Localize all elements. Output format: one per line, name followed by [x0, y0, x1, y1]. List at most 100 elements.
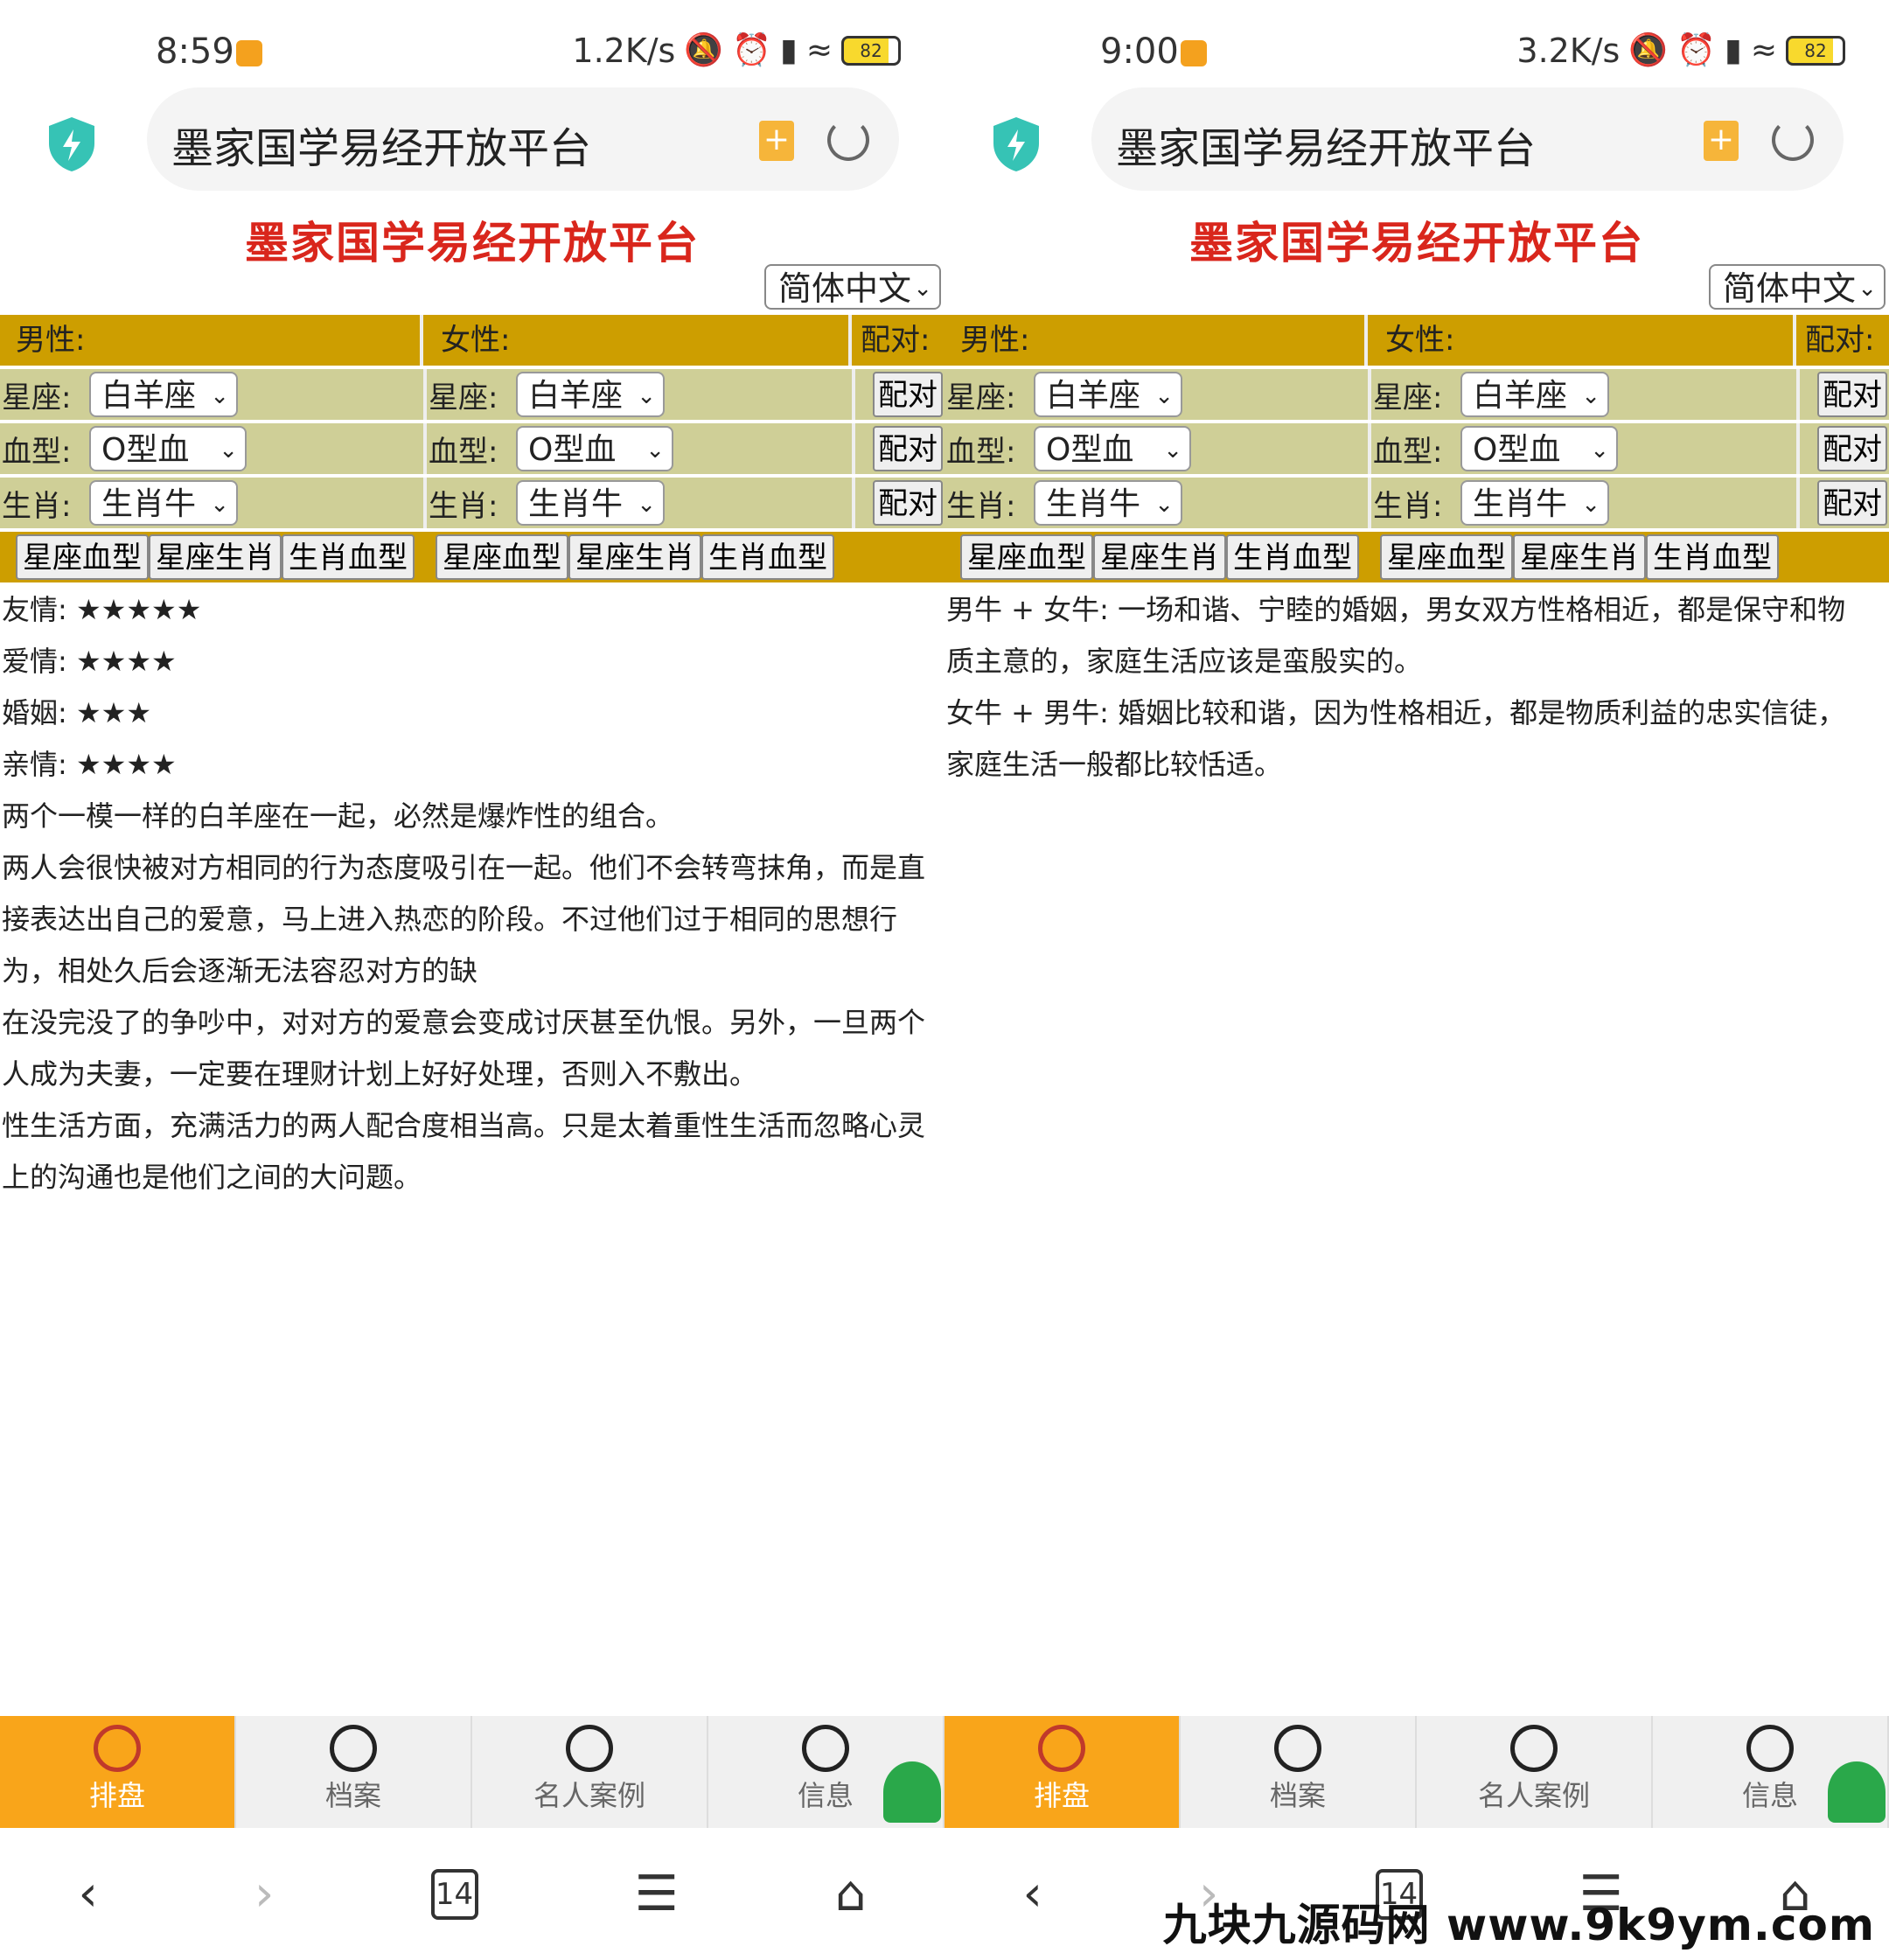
dropdown-value: 生肖牛 [1046, 486, 1141, 522]
female-dropdown[interactable]: 白羊座 ⌄ [1460, 372, 1609, 417]
security-badge-icon [883, 1761, 941, 1823]
tab-bagua[interactable]: 排盘 [0, 1716, 236, 1828]
tab-label: 名人案例 [533, 1779, 645, 1812]
combo-button-male[interactable]: 星座生肖 [149, 534, 282, 580]
home-icon[interactable]: ⌂ [835, 1866, 867, 1922]
combo-button-male[interactable]: 星座血型 [960, 534, 1093, 580]
tab-user[interactable]: 信息 [708, 1716, 944, 1828]
male-dropdown[interactable]: 白羊座 ⌄ [1034, 372, 1182, 417]
back-icon[interactable]: ‹ [79, 1866, 98, 1922]
chevron-down-icon: ⌄ [210, 383, 229, 409]
match-button[interactable]: 配对 [1817, 480, 1887, 526]
network-speed: 1.2K/s [572, 31, 676, 70]
user-icon [1746, 1725, 1794, 1772]
female-combo-group: 星座血型 星座生肖 生肖血型 [436, 534, 834, 580]
language-select[interactable]: 简体中文 ⌄ [764, 264, 941, 310]
tab-count-button[interactable]: 14 [430, 1868, 478, 1920]
combo-button-male[interactable]: 生肖血型 [282, 534, 415, 580]
combo-button-male[interactable]: 星座生肖 [1093, 534, 1226, 580]
female-dropdown[interactable]: 生肖牛 ⌄ [516, 480, 665, 526]
dropdown-value: 生肖牛 [1473, 486, 1568, 522]
mute-icon: 🔕 [1628, 32, 1669, 68]
tab-yinyang[interactable]: 名人案例 [1417, 1716, 1653, 1828]
shield-icon[interactable] [45, 115, 98, 173]
tab-clock[interactable]: 档案 [236, 1716, 472, 1828]
bottom-tab-bar: 排盘 档案 名人案例 信息 [944, 1716, 1889, 1828]
status-icons: 3.2K/s 🔕 ⏰ ▮ ≈ 82 [1516, 31, 1845, 70]
tab-user[interactable]: 信息 [1653, 1716, 1889, 1828]
bagua-icon [1038, 1725, 1085, 1772]
chevron-down-icon: ⌄ [1858, 276, 1877, 302]
male-combo-group: 星座血型 星座生肖 生肖血型 [16, 534, 415, 580]
bookmark-add-icon[interactable]: + [759, 121, 794, 161]
female-combo-group: 星座血型 星座生肖 生肖血型 [1380, 534, 1779, 580]
combo-button-female[interactable]: 星座血型 [436, 534, 568, 580]
combo-button-male[interactable]: 生肖血型 [1226, 534, 1359, 580]
language-select[interactable]: 简体中文 ⌄ [1709, 264, 1886, 310]
match-button[interactable]: 配对 [873, 372, 943, 417]
male-dropdown[interactable]: O型血 ⌄ [89, 426, 247, 471]
match-cell: 配对 [1800, 423, 1889, 474]
male-cell: 星座: 白羊座 ⌄ [0, 369, 427, 420]
browser-bar: 墨家国学易经开放平台 + [0, 87, 944, 210]
dropdown-value: 白羊座 [528, 378, 624, 414]
row-label: 星座: [1373, 380, 1443, 415]
result-line: 亲情: ★★★★ [2, 748, 177, 781]
address-bar[interactable]: 墨家国学易经开放平台 + [147, 87, 899, 191]
shield-icon[interactable] [990, 115, 1042, 173]
combo-button-female[interactable]: 星座生肖 [1513, 534, 1646, 580]
yinyang-icon [1510, 1725, 1558, 1772]
row-label: 血型: [946, 434, 1016, 470]
dropdown-value: 白羊座 [101, 378, 197, 414]
combo-button-female[interactable]: 生肖血型 [701, 534, 834, 580]
female-dropdown[interactable]: O型血 ⌄ [1460, 426, 1618, 471]
language-value: 简体中文 [1723, 269, 1857, 308]
match-button[interactable]: 配对 [873, 480, 943, 526]
tab-label: 排盘 [1033, 1779, 1090, 1812]
alarm-icon: ⏰ [732, 32, 772, 68]
male-dropdown[interactable]: 生肖牛 ⌄ [89, 480, 238, 526]
female-cell: 血型: O型血 ⌄ [1371, 423, 1800, 474]
result-line: 两个一模一样的白羊座在一起，必然是爆炸性的组合。 [2, 799, 674, 833]
combo-button-male[interactable]: 星座血型 [16, 534, 149, 580]
female-header: 女性: [1368, 315, 1796, 366]
refresh-icon[interactable] [1772, 119, 1814, 161]
selector-row: 星座: 白羊座 ⌄ 星座: 白羊座 ⌄ 配对 [0, 369, 944, 420]
mute-icon: 🔕 [684, 32, 724, 68]
tab-clock[interactable]: 档案 [1181, 1716, 1417, 1828]
female-dropdown[interactable]: 生肖牛 ⌄ [1460, 480, 1609, 526]
page-title: 墨家国学易经开放平台 [245, 218, 700, 269]
address-bar[interactable]: 墨家国学易经开放平台 + [1091, 87, 1844, 191]
combo-button-female[interactable]: 星座生肖 [568, 534, 701, 580]
refresh-icon[interactable] [827, 119, 869, 161]
female-cell: 生肖: 生肖牛 ⌄ [1371, 478, 1800, 528]
tab-yinyang[interactable]: 名人案例 [472, 1716, 708, 1828]
row-label: 生肖: [1373, 488, 1443, 524]
network-speed: 3.2K/s [1516, 31, 1621, 70]
female-cell: 生肖: 生肖牛 ⌄ [427, 478, 855, 528]
male-dropdown[interactable]: O型血 ⌄ [1034, 426, 1191, 471]
tab-label: 档案 [324, 1779, 381, 1812]
match-button[interactable]: 配对 [873, 426, 943, 471]
tab-bagua[interactable]: 排盘 [944, 1716, 1181, 1828]
combo-button-female[interactable]: 生肖血型 [1646, 534, 1779, 580]
male-dropdown[interactable]: 生肖牛 ⌄ [1034, 480, 1182, 526]
female-dropdown[interactable]: 白羊座 ⌄ [516, 372, 665, 417]
match-button[interactable]: 配对 [1817, 372, 1887, 417]
forward-icon[interactable]: › [254, 1866, 274, 1922]
tab-label: 排盘 [88, 1779, 145, 1812]
menu-icon[interactable]: ☰ [635, 1866, 679, 1922]
combo-button-female[interactable]: 星座血型 [1380, 534, 1513, 580]
bookmark-add-icon[interactable]: + [1704, 121, 1739, 161]
back-icon[interactable]: ‹ [1023, 1866, 1042, 1922]
female-dropdown[interactable]: O型血 ⌄ [516, 426, 673, 471]
wifi-icon: ≈ [1750, 32, 1777, 68]
result-line: 友情: ★★★★★ [2, 593, 202, 626]
match-form: 男性: 女性: 配对: 星座: 白羊座 ⌄ 星座: 白羊座 ⌄ 配对 血型: O… [944, 315, 1889, 582]
male-dropdown[interactable]: 白羊座 ⌄ [89, 372, 238, 417]
combo-row: 星座血型 星座生肖 生肖血型 星座血型 星座生肖 生肖血型 [0, 532, 944, 582]
phone-screen: 9:00 3.2K/s 🔕 ⏰ ▮ ≈ 82 墨家国学易经开放平台 + 墨家国学 [944, 0, 1889, 1960]
match-button[interactable]: 配对 [1817, 426, 1887, 471]
battery-icon: 82 [841, 36, 901, 66]
dropdown-value: 生肖牛 [528, 486, 624, 522]
